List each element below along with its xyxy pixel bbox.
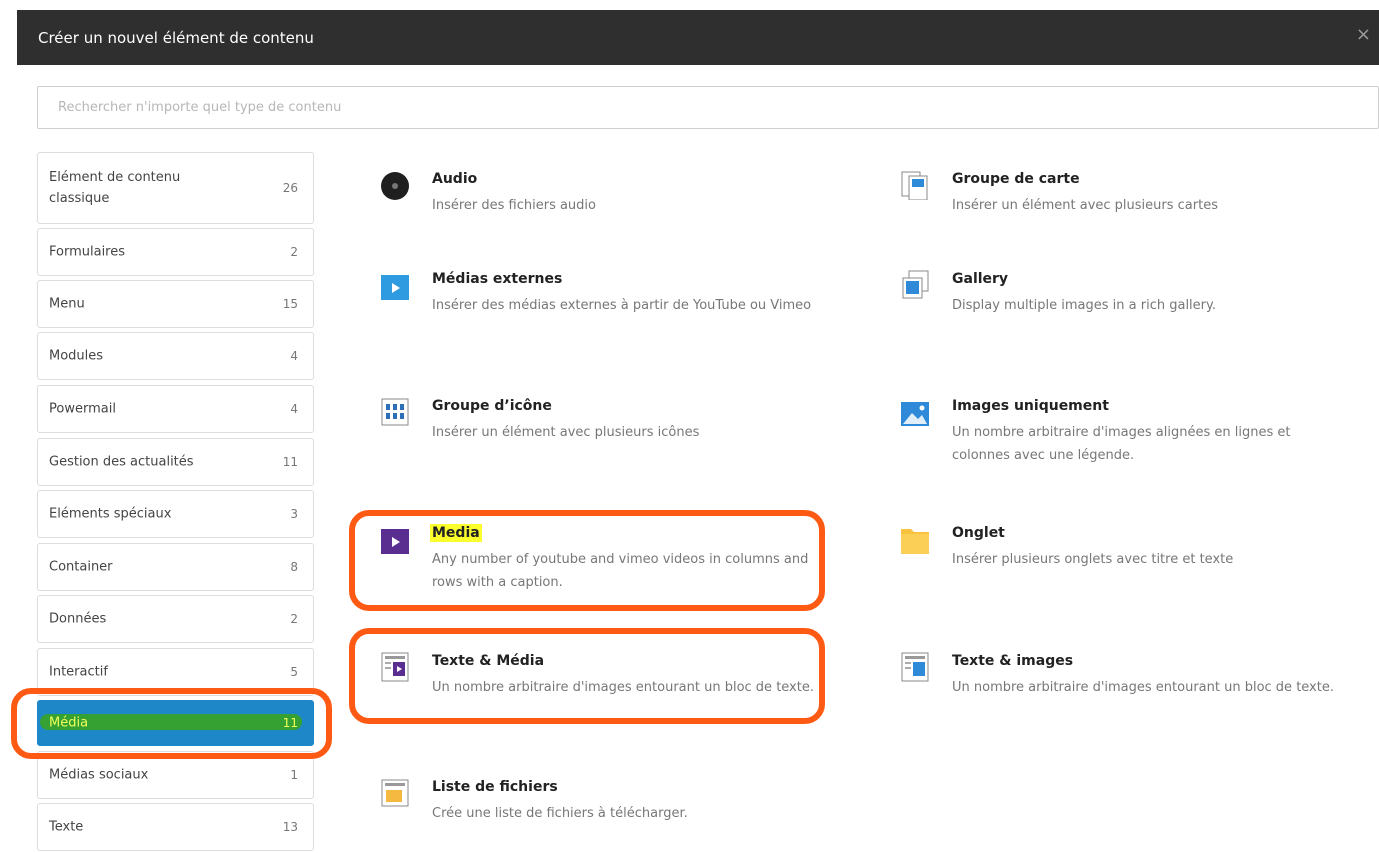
item-title: Gallery bbox=[952, 271, 1009, 287]
category-label: Modules bbox=[49, 348, 104, 364]
item-description: Un nombre arbitraire d'images entourant … bbox=[952, 680, 1334, 695]
item-description: Insérer des médias externes à partir de … bbox=[432, 298, 812, 313]
category-count: 8 bbox=[290, 560, 298, 574]
category-label: Gestion des actualités bbox=[49, 454, 194, 470]
category-label: Elément de contenu classique bbox=[49, 170, 181, 206]
category-count: 11 bbox=[282, 716, 298, 730]
category-item-media[interactable]: Média 11 bbox=[37, 700, 314, 746]
category-count: 4 bbox=[290, 349, 298, 363]
search-field[interactable] bbox=[37, 86, 1379, 129]
dialog-header: Créer un nouvel élément de contenu × bbox=[17, 10, 1379, 65]
category-item-data[interactable]: Données 2 bbox=[37, 595, 314, 643]
category-item-special[interactable]: Eléments spéciaux 3 bbox=[37, 490, 314, 538]
text-media-icon bbox=[381, 652, 409, 682]
item-description: Un nombre arbitraire d'images entourant … bbox=[432, 680, 814, 695]
close-icon[interactable]: × bbox=[1356, 25, 1371, 45]
category-label: Container bbox=[49, 559, 113, 575]
category-count: 5 bbox=[290, 665, 298, 679]
item-title: Texte & images bbox=[952, 653, 1074, 669]
item-description: Crée une liste de fichiers à télécharger… bbox=[432, 806, 688, 821]
gallery-icon bbox=[902, 270, 929, 299]
item-description: Any number of youtube and vimeo videos i… bbox=[432, 552, 809, 590]
category-item-container[interactable]: Container 8 bbox=[37, 543, 314, 591]
item-title: Media bbox=[430, 524, 482, 542]
image-landscape-icon bbox=[901, 402, 929, 426]
media-play-icon bbox=[381, 529, 409, 554]
category-label: Eléments spéciaux bbox=[49, 506, 172, 522]
category-label: Média bbox=[49, 715, 89, 731]
category-count: 26 bbox=[282, 181, 298, 195]
category-item-powermail[interactable]: Powermail 4 bbox=[37, 385, 314, 433]
category-item-menu[interactable]: Menu 15 bbox=[37, 280, 314, 328]
category-item-social-media[interactable]: Médias sociaux 1 bbox=[37, 751, 314, 799]
dialog-title: Créer un nouvel élément de contenu bbox=[38, 29, 314, 47]
tab-folder-icon bbox=[901, 529, 929, 554]
item-description: Insérer un élément avec plusieurs cartes bbox=[952, 198, 1218, 213]
category-label: Médias sociaux bbox=[49, 767, 149, 783]
category-item-classic[interactable]: Elément de contenu classique 26 bbox=[37, 152, 314, 224]
text-images-icon bbox=[901, 652, 929, 682]
category-item-text[interactable]: Texte 13 bbox=[37, 803, 314, 851]
category-count: 15 bbox=[282, 297, 298, 311]
category-label: Formulaires bbox=[49, 244, 126, 260]
item-description: Insérer plusieurs onglets avec titre et … bbox=[952, 552, 1234, 567]
card-group-icon bbox=[901, 171, 928, 200]
item-title: Images uniquement bbox=[952, 398, 1109, 414]
category-count: 3 bbox=[290, 507, 298, 521]
category-count: 2 bbox=[290, 612, 298, 626]
icon-group-grid-icon bbox=[381, 398, 409, 426]
item-description: Insérer des fichiers audio bbox=[432, 198, 596, 213]
item-title: Onglet bbox=[952, 525, 1005, 541]
item-description: Un nombre arbitraire d'images alignées e… bbox=[952, 425, 1291, 463]
item-title: Audio bbox=[432, 171, 478, 187]
item-description: Insérer un élément avec plusieurs icônes bbox=[432, 425, 700, 440]
category-label: Interactif bbox=[49, 664, 108, 680]
category-label: Menu bbox=[49, 296, 85, 312]
item-title: Liste de fichiers bbox=[432, 779, 558, 795]
category-item-news[interactable]: Gestion des actualités 11 bbox=[37, 438, 314, 486]
category-count: 2 bbox=[290, 245, 298, 259]
file-list-icon bbox=[381, 779, 409, 807]
category-label: Texte bbox=[49, 819, 84, 835]
item-title: Texte & Média bbox=[432, 653, 545, 669]
category-label: Données bbox=[49, 611, 107, 627]
category-count: 4 bbox=[290, 402, 298, 416]
external-media-play-icon bbox=[381, 275, 409, 300]
item-title: Groupe d’icône bbox=[432, 398, 552, 414]
category-item-forms[interactable]: Formulaires 2 bbox=[37, 228, 314, 276]
audio-disc-icon bbox=[381, 172, 409, 200]
category-label: Powermail bbox=[49, 401, 116, 417]
category-count: 1 bbox=[290, 768, 298, 782]
item-title: Médias externes bbox=[432, 271, 563, 287]
category-count: 11 bbox=[282, 455, 298, 469]
category-item-modules[interactable]: Modules 4 bbox=[37, 332, 314, 380]
category-count: 13 bbox=[282, 820, 298, 834]
category-item-interactive[interactable]: Interactif 5 bbox=[37, 648, 314, 696]
item-description: Display multiple images in a rich galler… bbox=[952, 298, 1216, 313]
search-input[interactable] bbox=[38, 87, 1378, 128]
item-title: Groupe de carte bbox=[952, 171, 1080, 187]
